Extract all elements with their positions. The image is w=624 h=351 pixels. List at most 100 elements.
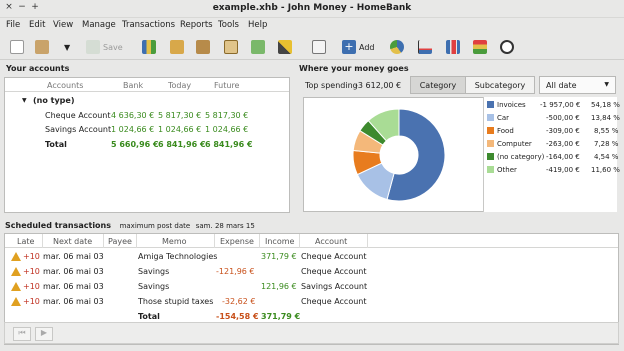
date-filter-select[interactable]: All date ▼ bbox=[539, 76, 616, 94]
account-row[interactable]: Cheque Account 4 636,30 € 5 817,30 € 5 8… bbox=[5, 109, 289, 123]
vehicle-cost-button[interactable] bbox=[500, 38, 514, 56]
scheduled-row[interactable]: +10 mar. 06 mai 03 Savings -121,96 € Che… bbox=[5, 265, 618, 280]
header-income[interactable]: Income bbox=[265, 237, 294, 246]
where-title: Where your money goes bbox=[299, 64, 409, 73]
gauge-icon bbox=[500, 40, 514, 54]
legend-name: Car bbox=[497, 114, 510, 122]
menu-transactions[interactable]: Transactions bbox=[122, 20, 175, 30]
menu-edit[interactable]: Edit bbox=[29, 20, 45, 30]
folder-icon bbox=[35, 40, 49, 54]
skip-button[interactable]: ⏮ bbox=[13, 327, 31, 341]
spending-toolbar: Top spending -3 612,00 € Category Subcat… bbox=[303, 74, 620, 96]
header-payee[interactable]: Payee bbox=[108, 237, 132, 246]
accounts-header: Accounts Bank Today Future bbox=[5, 78, 289, 92]
account-total-label: Total bbox=[45, 140, 67, 149]
warning-icon bbox=[11, 282, 21, 291]
legend-item[interactable]: Car -500,00 € 13,84 % bbox=[484, 112, 620, 125]
new-file-button[interactable] bbox=[10, 38, 24, 56]
warning-icon bbox=[11, 267, 21, 276]
legend-swatch bbox=[487, 114, 494, 121]
row-income: 121,96 € bbox=[261, 282, 297, 291]
account-bank: 1 024,66 € bbox=[111, 125, 155, 134]
header-separator bbox=[367, 234, 368, 248]
budget-button[interactable] bbox=[224, 38, 238, 56]
scheduled-row[interactable]: +10 mar. 06 mai 03 Savings 121,96 € Savi… bbox=[5, 280, 618, 295]
payees-button[interactable] bbox=[170, 38, 184, 56]
account-future: 1 024,66 € bbox=[205, 125, 249, 134]
scheduled-title: Scheduled transactions bbox=[5, 221, 112, 230]
accounts-table: Accounts Bank Today Future ▼ (no type) C… bbox=[4, 77, 290, 213]
menu-reports[interactable]: Reports bbox=[180, 20, 213, 30]
add-icon: + bbox=[342, 40, 356, 54]
menu-view[interactable]: View bbox=[53, 20, 73, 30]
archive-button[interactable] bbox=[251, 38, 265, 56]
row-account: Savings Account bbox=[301, 282, 368, 291]
legend-amount: -1 957,00 € bbox=[540, 101, 581, 109]
legend-amount: -164,00 € bbox=[546, 153, 580, 161]
scheduled-title-bar: Scheduled transactions maximum post date… bbox=[5, 221, 255, 230]
expander-icon[interactable]: ▼ bbox=[22, 97, 27, 104]
header-separator bbox=[299, 234, 300, 248]
row-account: Cheque Account bbox=[301, 252, 367, 261]
menu-file[interactable]: File bbox=[6, 20, 20, 30]
pie-chart-icon bbox=[390, 40, 404, 54]
save-label: Save bbox=[103, 42, 123, 52]
legend-percent: 54,18 % bbox=[591, 101, 620, 109]
row-memo: Those stupid taxes bbox=[138, 297, 214, 306]
legend-percent: 11,60 % bbox=[591, 166, 620, 174]
save-icon bbox=[86, 40, 100, 54]
scheduled-row[interactable]: +10 mar. 06 mai 03 Those stupid taxes -3… bbox=[5, 295, 618, 310]
header-future[interactable]: Future bbox=[214, 81, 239, 90]
legend-name: Other bbox=[497, 166, 517, 174]
ledger-button[interactable] bbox=[312, 38, 326, 56]
assistant-button[interactable] bbox=[278, 38, 292, 56]
budget-report-button[interactable] bbox=[473, 38, 487, 56]
header-today[interactable]: Today bbox=[168, 81, 191, 90]
title-bar: × − + example.xhb - John Money - HomeBan… bbox=[0, 0, 624, 18]
account-group-row[interactable]: ▼ (no type) bbox=[5, 94, 289, 108]
legend-item[interactable]: Computer -263,00 € 7,28 % bbox=[484, 138, 618, 151]
account-group-label: (no type) bbox=[33, 96, 75, 105]
statistics-button[interactable] bbox=[390, 38, 404, 56]
menu-tools[interactable]: Tools bbox=[218, 20, 239, 30]
account-row[interactable]: Savings Account 1 024,66 € 1 024,66 € 1 … bbox=[5, 123, 289, 137]
account-name: Savings Account bbox=[45, 125, 112, 134]
categories-button[interactable] bbox=[196, 38, 210, 56]
header-late[interactable]: Late bbox=[17, 237, 34, 246]
header-accounts[interactable]: Accounts bbox=[47, 81, 83, 90]
trend-time-button[interactable] bbox=[418, 38, 432, 56]
legend-swatch bbox=[487, 166, 494, 173]
save-button[interactable]: Save bbox=[86, 38, 123, 56]
header-account[interactable]: Account bbox=[315, 237, 347, 246]
open-file-button[interactable] bbox=[35, 38, 49, 56]
post-button[interactable]: ▶ bbox=[35, 327, 53, 341]
menu-bar: File Edit View Manage Transactions Repor… bbox=[0, 18, 624, 33]
scheduled-row[interactable]: +10 mar. 06 mai 03 Amiga Technologies 37… bbox=[5, 250, 618, 265]
menu-help[interactable]: Help bbox=[248, 20, 267, 30]
row-date: mar. 06 mai 03 bbox=[43, 252, 104, 261]
header-bank[interactable]: Bank bbox=[123, 81, 143, 90]
accounts-button[interactable] bbox=[142, 38, 156, 56]
payees-icon bbox=[170, 40, 184, 54]
legend-name: Food bbox=[497, 127, 514, 135]
legend-item[interactable]: (no category) -164,00 € 4,54 % bbox=[484, 151, 618, 164]
legend-item[interactable]: Food -309,00 € 8,55 % bbox=[484, 125, 618, 138]
header-memo[interactable]: Memo bbox=[162, 237, 187, 246]
legend-swatch bbox=[487, 101, 494, 108]
header-separator bbox=[259, 234, 260, 248]
tab-category[interactable]: Category bbox=[410, 76, 466, 94]
legend-item[interactable]: Other -419,00 € 11,60 % bbox=[484, 164, 620, 177]
tab-subcategory[interactable]: Subcategory bbox=[465, 76, 535, 94]
open-recent-button[interactable]: ▼ bbox=[64, 38, 70, 56]
total-income: 371,79 € bbox=[261, 312, 301, 321]
menu-manage[interactable]: Manage bbox=[82, 20, 116, 30]
accounts-title: Your accounts bbox=[6, 64, 70, 73]
legend-item[interactable]: Invoices -1 957,00 € 54,18 % bbox=[484, 99, 620, 112]
header-separator bbox=[214, 234, 215, 248]
add-button[interactable]: + Add bbox=[342, 38, 375, 56]
legend-name: Invoices bbox=[497, 101, 526, 109]
account-total-row: Total 5 660,96 € 6 841,96 € 6 841,96 € bbox=[5, 138, 289, 152]
header-expense[interactable]: Expense bbox=[220, 237, 254, 246]
header-next-date[interactable]: Next date bbox=[53, 237, 92, 246]
balance-report-button[interactable] bbox=[446, 38, 460, 56]
